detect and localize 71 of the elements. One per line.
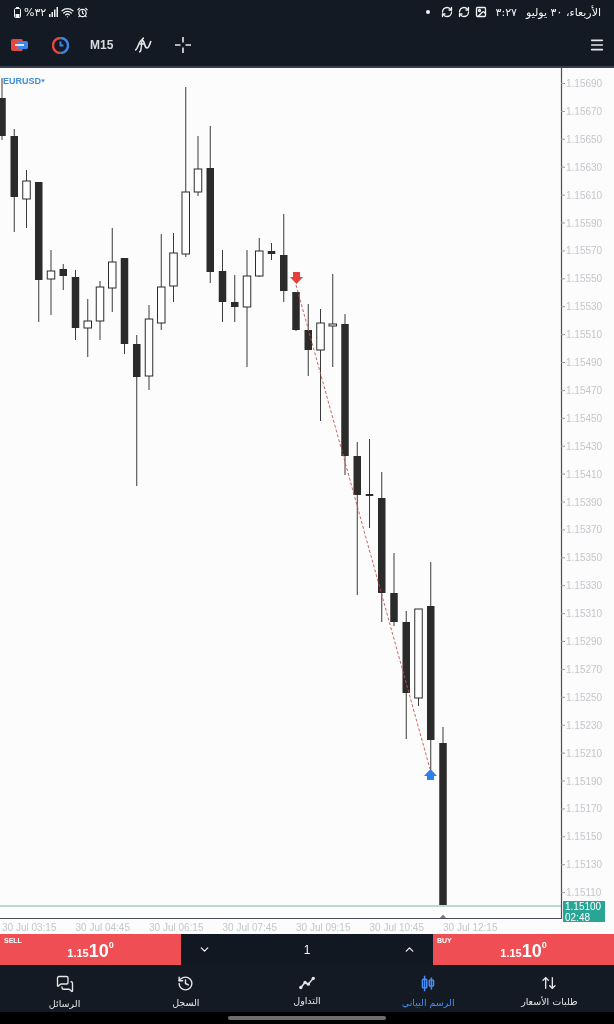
volume-field[interactable]: 1 [301,942,313,957]
battery-percentage: %٣٢ [24,5,47,19]
caret-icon[interactable] [41,79,45,83]
price-axis-label: 1.15370 [566,524,603,536]
bullish-candle [193,135,203,197]
price-tag [563,901,605,922]
bearish-candle [292,291,300,332]
bullish-candle [83,298,92,358]
price-axis-label: 1.15430 [566,440,603,452]
price-axis-label: 1.15410 [566,468,603,480]
price-axis-label: 1.15110 [566,887,602,899]
menu-icon[interactable] [589,37,605,53]
battery-icon [14,6,21,18]
bearish-candle [59,263,67,291]
bar-countdown: 02:48 [565,911,591,923]
bullish-candle [46,249,56,316]
price-axis-label: 1.15170 [566,803,603,815]
price-axis-label: 1.15630 [566,161,603,173]
nav-tab[interactable]: الرسم البياني [367,965,489,1012]
price-axis-label: 1.15130 [566,859,603,871]
nav-tab[interactable]: التداول [246,965,368,1012]
down-arrow-icon [290,272,303,284]
status-date: الأربعاء، ٣٠ يوليو [525,5,601,19]
price-axis-label: 1.15450 [566,412,603,424]
bullish-candle [255,237,264,278]
price-axis-label: 1.15250 [566,691,603,703]
up-down-arrows-icon [541,975,558,991]
bullish-candle [95,280,105,341]
price-axis-label: 1.15310 [566,608,603,620]
price-axis-label: 1.15230 [566,719,603,731]
nav-tab[interactable]: الرسائل [4,965,126,1012]
wifi-icon [61,5,75,19]
price-axis-label: 1.15270 [566,663,603,675]
clock-icon[interactable] [52,36,69,54]
clock-time: ٣:٢٧ [495,5,517,19]
price-axis-label: 1.15530 [566,301,603,313]
signal-icon [49,7,59,17]
current-bar-marker [440,914,446,918]
candlestick-icon [421,975,436,992]
price-axis-label: 1.15470 [566,384,603,396]
price-axis-label: 1.15210 [566,747,603,759]
nav-tab[interactable]: السجل [125,965,247,1012]
bearish-candle [71,269,80,341]
crosshair-icon[interactable] [175,37,192,53]
price-axis-label: 1.15290 [566,636,603,647]
bullish-candle [169,232,178,303]
price-axis-label: 1.15350 [566,552,603,564]
chat-bubbles-icon [55,975,74,993]
timeframe-button[interactable]: M15 [90,38,114,52]
price-axis-label: 1.15150 [566,831,603,843]
up-arrow-icon [424,769,437,780]
alarm-icon [77,6,89,18]
price-axis-label: 1.15670 [566,105,603,117]
price-axis-label: 1.15570 [566,245,603,257]
image-icon [474,6,487,18]
trade-panel-icon[interactable] [11,39,28,51]
history-icon [177,975,195,992]
line-chart-icon [298,975,316,990]
price-axis-label: 1.15330 [566,580,603,592]
price-axis-label: 1.15490 [566,357,603,368]
current-price: 1.15100 [565,901,602,912]
function-curve-icon[interactable] [134,37,153,53]
notification-dot-icon [425,10,430,14]
sync-icon [440,6,453,18]
nav-tab[interactable]: طلبات الأسعار [488,965,610,1012]
price-axis-label: 1.15390 [566,496,603,508]
price-axis-label: 1.15190 [566,775,603,787]
bearish-candle [231,274,239,323]
bearish-candle [267,242,276,261]
sync-icon [457,6,470,18]
bullish-candle [22,169,31,229]
